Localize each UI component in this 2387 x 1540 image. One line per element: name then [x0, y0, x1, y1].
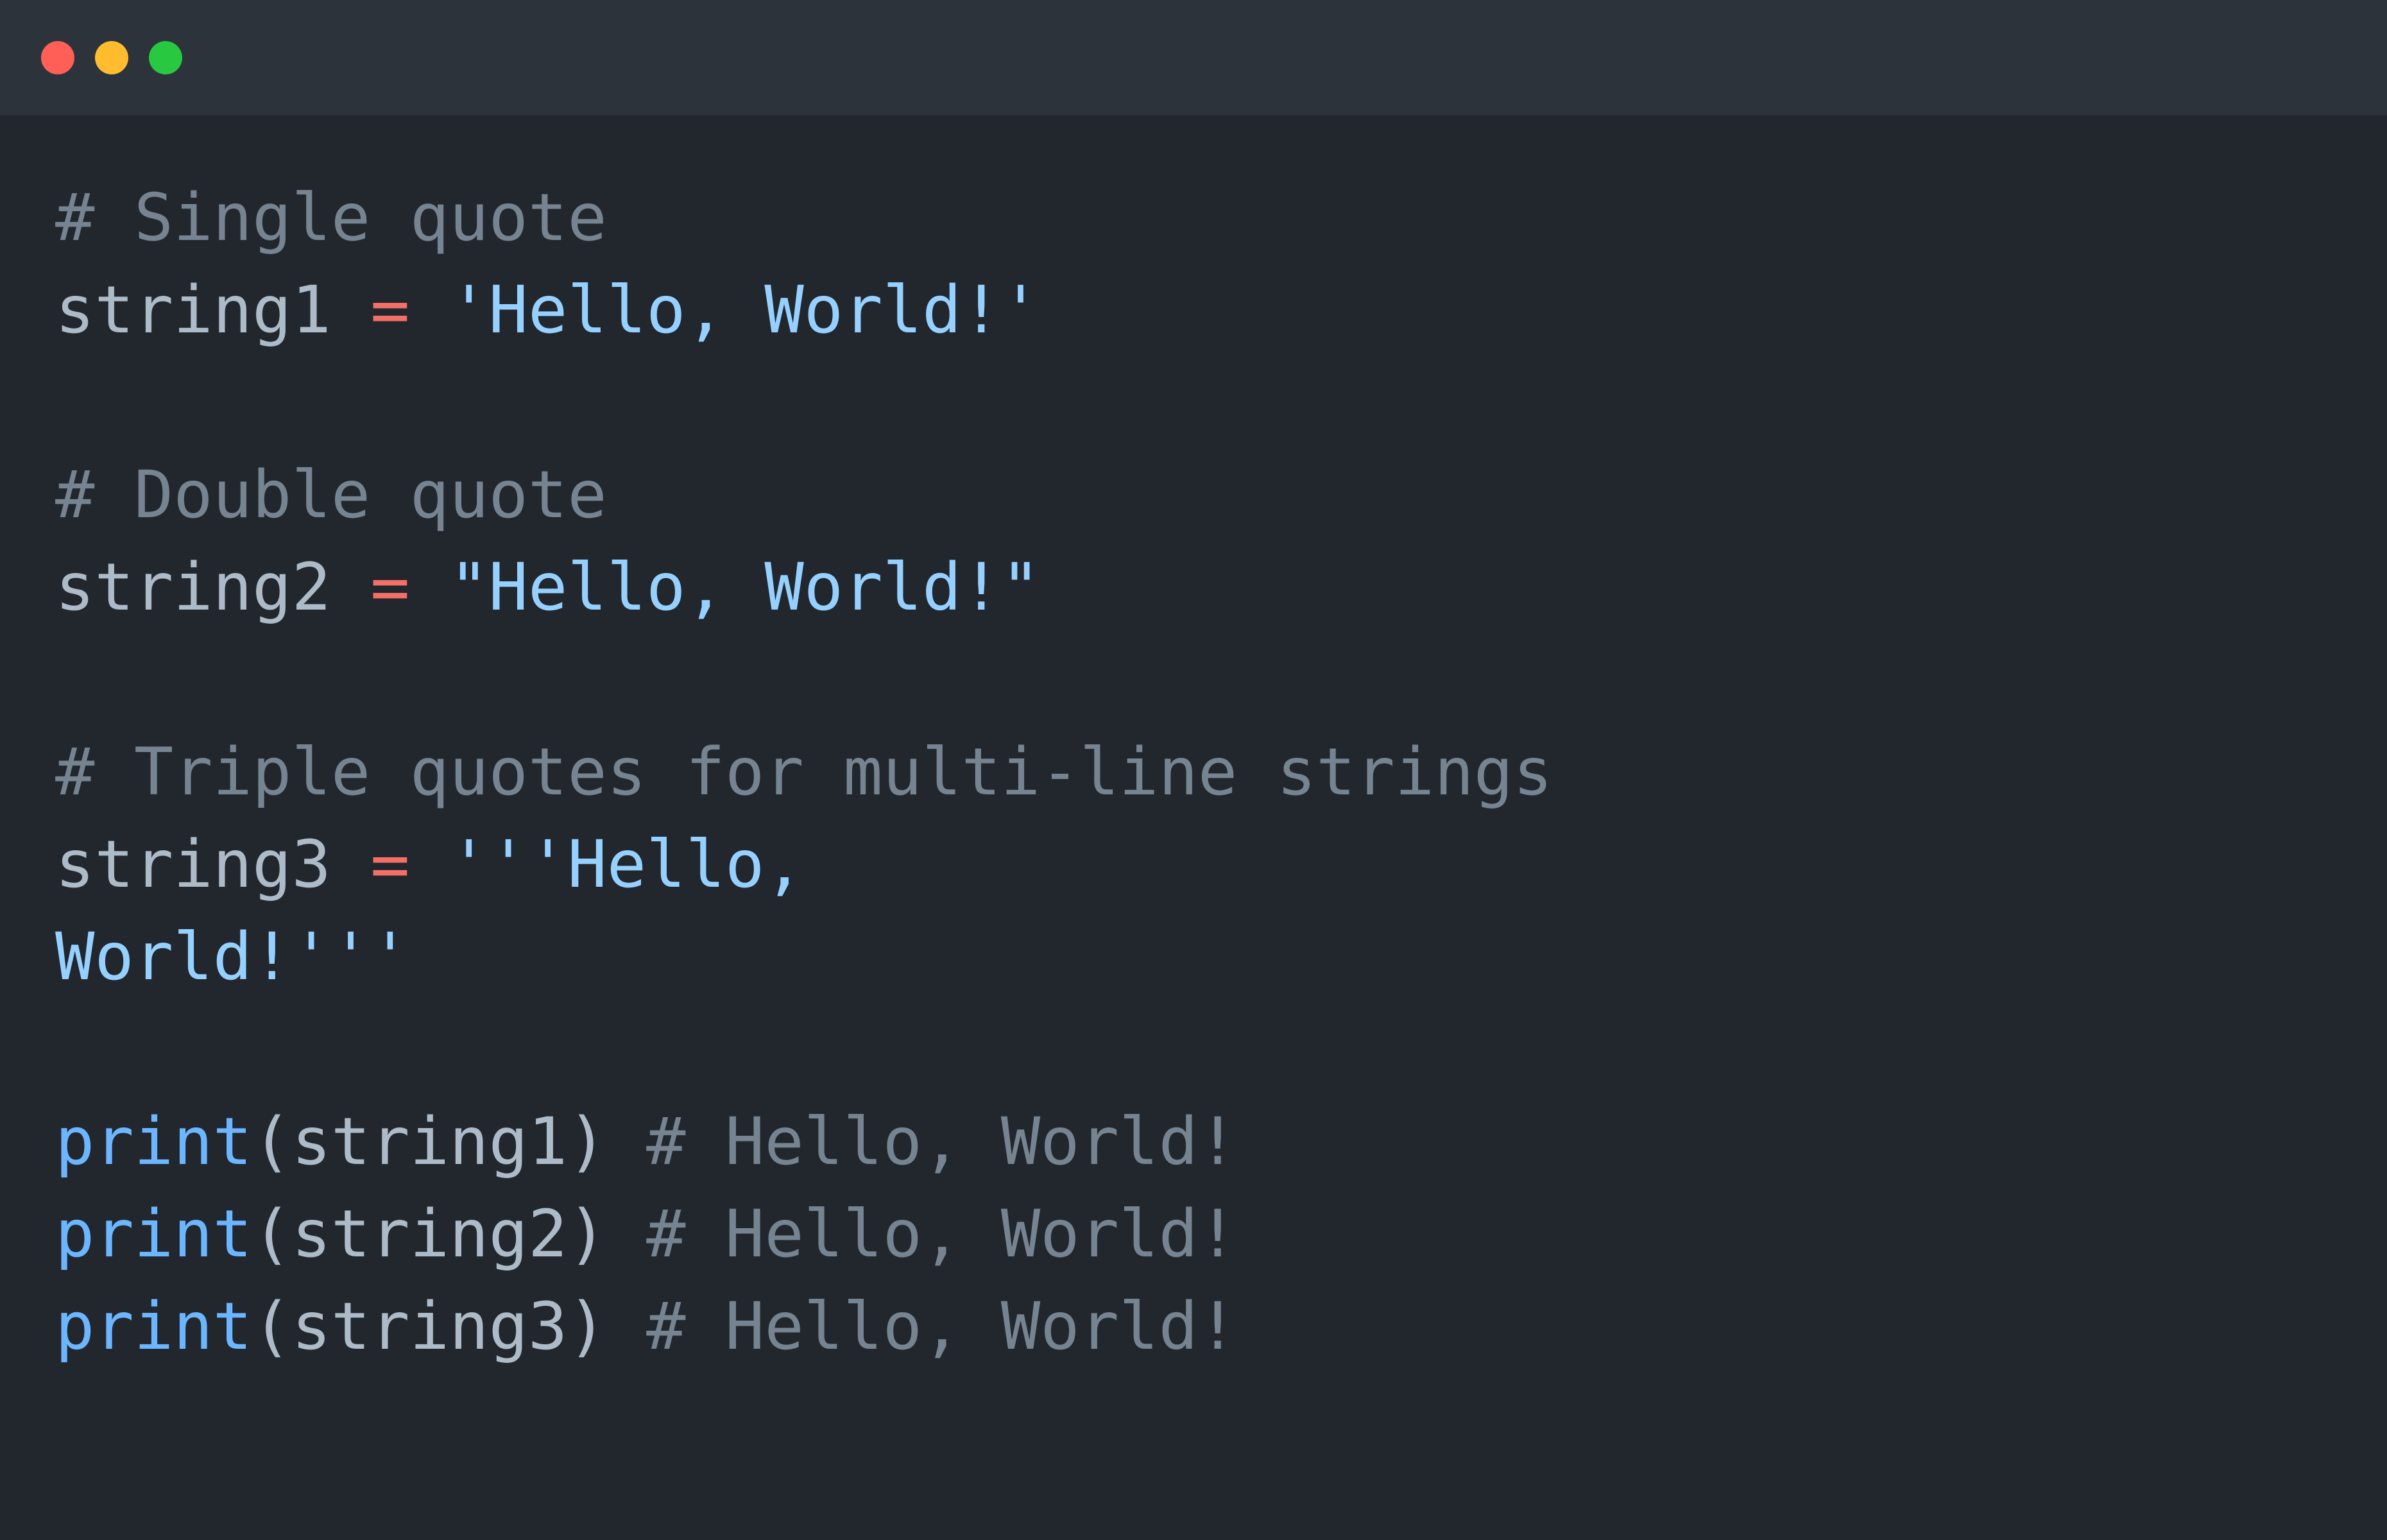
code-line: World!'''	[55, 911, 2340, 1004]
window-titlebar	[0, 0, 2387, 116]
code-token-fn: print	[55, 1196, 253, 1272]
code-token-fn: print	[55, 1104, 253, 1180]
code-token-str: "Hello, World!"	[449, 549, 1041, 626]
code-token-comment: # Hello, World!	[646, 1196, 1238, 1272]
code-line: string2 = "Hello, World!"	[55, 542, 2340, 634]
code-editor[interactable]: # Single quote string1 = 'Hello, World!' …	[55, 172, 2340, 1373]
code-token-comment: # Single quote	[55, 180, 607, 256]
code-token-op: =	[370, 549, 410, 626]
code-line: # Double quote	[55, 449, 2340, 542]
code-line: print(string2) # Hello, World!	[55, 1188, 2340, 1281]
code-line: print(string1) # Hello, World!	[55, 1096, 2340, 1188]
code-token-comment: # Triple quotes for multi-line strings	[55, 734, 1553, 810]
code-token-str: 'Hello, World!'	[449, 272, 1041, 348]
code-token-plain: (string3)	[252, 1288, 647, 1365]
code-token-plain: string3	[55, 826, 371, 903]
code-line: # Triple quotes for multi-line strings	[55, 726, 2340, 819]
close-window-button[interactable]	[41, 41, 74, 74]
code-token-str: World!'''	[55, 919, 410, 995]
minimize-window-button[interactable]	[95, 41, 128, 74]
code-token-comment: # Hello, World!	[646, 1104, 1238, 1180]
code-window: # Single quote string1 = 'Hello, World!' …	[0, 0, 2387, 1540]
code-token-comment: # Hello, World!	[646, 1288, 1238, 1365]
code-token-plain: string2	[55, 549, 371, 626]
code-token-plain: (string2)	[252, 1196, 647, 1272]
code-token-str: '''Hello,	[449, 826, 804, 903]
code-line: string1 = 'Hello, World!'	[55, 264, 2340, 357]
code-token-comment: # Double quote	[55, 457, 607, 533]
code-line: string3 = '''Hello,	[55, 819, 2340, 911]
code-token-op: =	[370, 272, 410, 348]
code-token-plain: string1	[55, 272, 371, 348]
code-token-op: =	[370, 826, 410, 903]
code-token-plain: (string1)	[252, 1104, 647, 1180]
maximize-window-button[interactable]	[149, 41, 182, 74]
code-line: # Single quote	[55, 172, 2340, 264]
code-line: print(string3) # Hello, World!	[55, 1281, 2340, 1373]
code-token-fn: print	[55, 1288, 253, 1365]
